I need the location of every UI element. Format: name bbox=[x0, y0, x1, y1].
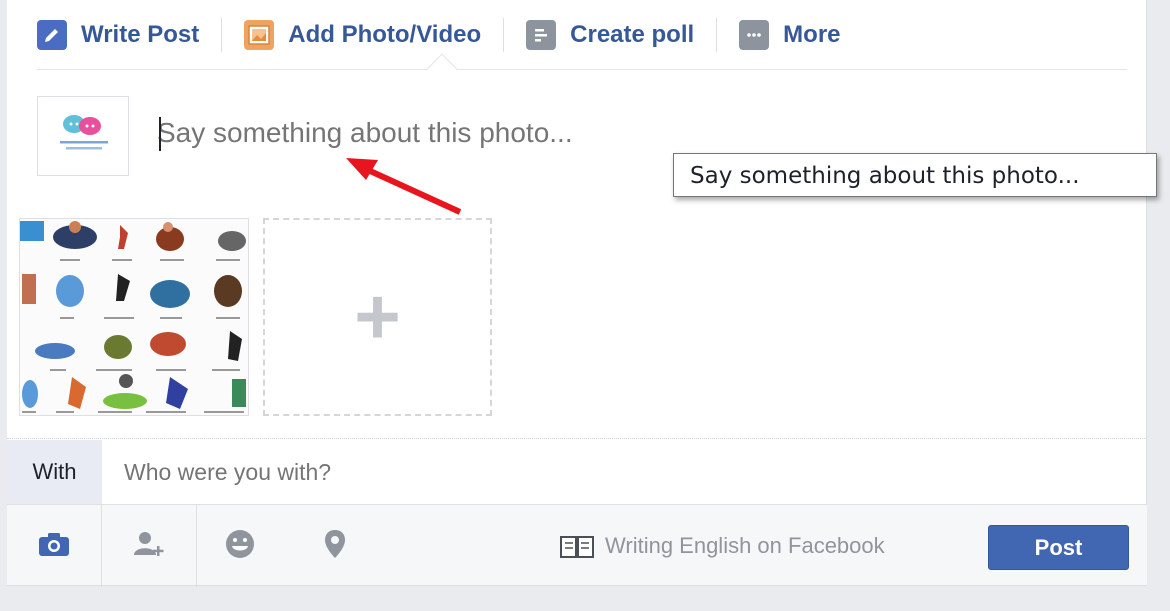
with-friends-input[interactable] bbox=[124, 454, 724, 490]
writing-language-link[interactable]: Writing English on Facebook bbox=[559, 533, 885, 559]
camera-icon bbox=[37, 530, 71, 563]
tab-separator bbox=[503, 17, 505, 52]
tab-label: Add Photo/Video bbox=[288, 20, 482, 48]
post-composer: Write Post Add Photo/Video Create poll M… bbox=[7, 0, 1147, 587]
tab-separator bbox=[221, 17, 223, 52]
tab-write-post[interactable]: Write Post bbox=[37, 15, 199, 55]
photo-thumbnail[interactable] bbox=[19, 218, 249, 416]
writing-language-label: Writing English on Facebook bbox=[605, 533, 885, 558]
plus-icon: + bbox=[354, 272, 401, 361]
tag-friends-button[interactable] bbox=[102, 505, 197, 587]
clipart-captions bbox=[22, 259, 244, 413]
tab-label: Create poll bbox=[570, 20, 695, 48]
composer-footer: Writing English on Facebook Post bbox=[7, 504, 1147, 587]
feeling-button[interactable] bbox=[202, 505, 277, 587]
tag-friends-icon bbox=[132, 529, 166, 564]
post-button[interactable]: Post bbox=[988, 525, 1129, 570]
tab-separator bbox=[716, 17, 718, 52]
with-row: With bbox=[7, 440, 1147, 504]
tab-add-photo-video[interactable]: Add Photo/Video bbox=[244, 15, 481, 55]
feeling-icon bbox=[224, 528, 256, 565]
poll-icon bbox=[526, 19, 557, 50]
clipart-figures bbox=[20, 221, 246, 409]
photo-icon bbox=[244, 19, 275, 50]
location-button[interactable] bbox=[297, 505, 372, 587]
tab-label: Write Post bbox=[81, 20, 200, 48]
with-label: With bbox=[7, 440, 102, 504]
tab-create-poll[interactable]: Create poll bbox=[526, 15, 694, 55]
avatar[interactable] bbox=[37, 96, 129, 176]
tab-more[interactable]: More bbox=[739, 15, 841, 55]
location-icon bbox=[323, 528, 347, 565]
pencil-icon bbox=[37, 19, 67, 50]
book-icon bbox=[559, 533, 595, 559]
input-tooltip: Say something about this photo... bbox=[673, 153, 1157, 197]
add-photo-tile[interactable]: + bbox=[263, 218, 492, 416]
add-photo-button[interactable] bbox=[7, 505, 102, 587]
status-input[interactable] bbox=[157, 110, 677, 156]
divider bbox=[7, 438, 1147, 439]
text-cursor bbox=[159, 117, 161, 151]
composer-tabs: Write Post Add Photo/Video Create poll M… bbox=[37, 0, 1127, 70]
more-icon bbox=[739, 19, 770, 50]
tab-label: More bbox=[783, 20, 841, 48]
